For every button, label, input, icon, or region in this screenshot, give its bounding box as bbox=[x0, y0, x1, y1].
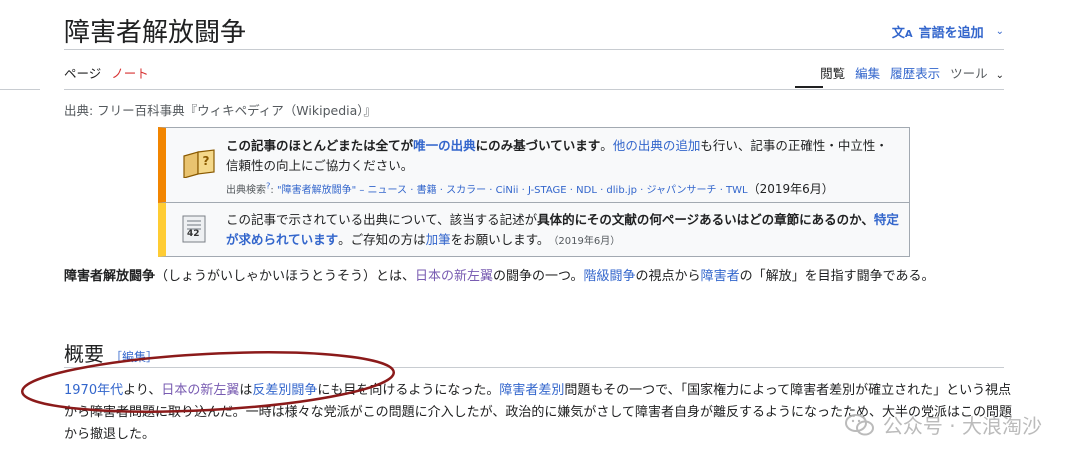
chevron-down-icon: ⌄ bbox=[995, 26, 1004, 37]
p2-text-3: にも目を向けるようになった。 bbox=[317, 383, 500, 398]
disabled-person-link[interactable]: 障害者 bbox=[701, 269, 740, 284]
section-title: 概要 bbox=[64, 342, 104, 366]
disability-discrimination-link[interactable]: 障害者差別 bbox=[499, 383, 564, 398]
tab-page[interactable]: ページ bbox=[64, 63, 101, 82]
cite-text-3: をお願いします。 bbox=[450, 232, 550, 247]
p2-text-2: は bbox=[239, 383, 253, 398]
new-left-link[interactable]: 日本の新左翼 bbox=[415, 269, 493, 284]
new-left-link-2[interactable]: 日本の新左翼 bbox=[161, 383, 239, 398]
lead-text-2: の闘争の一つ。 bbox=[493, 269, 584, 284]
source-search-help-link[interactable]: ? bbox=[266, 181, 270, 191]
notice-date: （2019年6月） bbox=[747, 182, 834, 197]
sidebar-edge-line bbox=[0, 89, 40, 90]
tab-talk[interactable]: ノート bbox=[111, 63, 149, 82]
tab-edit[interactable]: 編集 bbox=[855, 63, 880, 82]
section-edit-link[interactable]: ［編集］ bbox=[110, 348, 158, 365]
cite-bold: 具体的にその文献の何ページあるいはどの章節にあるのか、 bbox=[537, 212, 874, 227]
lead-text-1: （しょうがいしゃかいほうとうそう）とは、 bbox=[155, 269, 416, 284]
tools-menu[interactable]: ツール ⌄ bbox=[950, 63, 1004, 82]
article-subject: 障害者解放闘争 bbox=[64, 269, 156, 284]
wechat-icon bbox=[844, 413, 874, 435]
translate-icon: 文A bbox=[891, 26, 913, 41]
source-search-line: 出典検索?: "障害者解放闘争" – ニュース · 書籍 · スカラー · Ci… bbox=[226, 181, 834, 197]
tab-history[interactable]: 履歴表示 bbox=[890, 63, 940, 82]
page-cite-notice: 42 この記事で示されている出典について、該当する記述が具体的にその文献の何ペー… bbox=[158, 203, 910, 257]
class-struggle-link[interactable]: 階級闘争 bbox=[584, 269, 636, 284]
add-language-label: 言語を追加 bbox=[918, 26, 984, 41]
lead-text-4: の「解放」を目指す闘争である。 bbox=[739, 269, 935, 284]
notice-text: 。 bbox=[600, 138, 613, 153]
single-source-notice: ? この記事のほとんどまたは全てが唯一の出典にのみ基づいています。他の出典の追加… bbox=[158, 127, 910, 203]
svg-text:?: ? bbox=[203, 154, 210, 168]
source-search-label: 出典検索 bbox=[226, 185, 266, 197]
1970s-link[interactable]: 1970年代 bbox=[64, 383, 123, 398]
section-heading: 概要 ［編集］ bbox=[64, 338, 158, 367]
notice-bold-1: この記事のほとんどまたは全てが bbox=[226, 138, 414, 153]
view-tabs: 閲覧 編集 履歴表示 ツール ⌄ bbox=[820, 63, 1004, 82]
source-search-links[interactable]: "障害者解放闘争" – ニュース · 書籍 · スカラー · CiNii · J… bbox=[277, 185, 748, 196]
section-divider bbox=[64, 367, 1004, 368]
title-divider bbox=[64, 49, 1004, 50]
page-title: 障害者解放闘争 bbox=[64, 18, 247, 48]
notice-bold-2: にのみ基づいています bbox=[475, 138, 601, 153]
single-source-link[interactable]: 唯一の出典 bbox=[413, 138, 476, 153]
anti-discrimination-link[interactable]: 反差別闘争 bbox=[252, 383, 317, 398]
tab-read[interactable]: 閲覧 bbox=[820, 63, 845, 82]
edit-contribute-link[interactable]: 加筆 bbox=[426, 232, 451, 247]
book-question-icon: ? bbox=[182, 148, 216, 182]
lead-paragraph: 障害者解放闘争（しょうがいしゃかいほうとうそう）とは、日本の新左翼の闘争の一つ。… bbox=[64, 266, 1004, 288]
namespace-tabs: ページ ノート bbox=[64, 63, 149, 82]
cite-text-2: 。ご存知の方は bbox=[338, 232, 426, 247]
source-line: 出典: フリー百科事典『ウィキペディア（Wikipedia）』 bbox=[64, 103, 377, 118]
add-sources-link[interactable]: 他の出典の追加 bbox=[613, 138, 701, 153]
tabs-divider bbox=[64, 89, 1004, 90]
page-number-icon: 42 bbox=[182, 215, 206, 247]
watermark-text: 公众号 · 大浪淘沙 bbox=[882, 414, 1042, 438]
tools-label: ツール bbox=[950, 66, 988, 81]
chevron-down-icon: ⌄ bbox=[995, 70, 1004, 81]
lead-text-3: の視点から bbox=[635, 269, 701, 284]
watermark: 公众号 · 大浪淘沙 bbox=[844, 410, 1042, 439]
add-language-button[interactable]: 文A 言語を追加 ⌄ bbox=[892, 22, 1004, 41]
page-number-label: 42 bbox=[187, 229, 200, 239]
active-tab-indicator bbox=[795, 86, 823, 88]
p2-text-1: より、 bbox=[123, 383, 162, 398]
cite-date: （2019年6月） bbox=[553, 236, 621, 247]
cite-text-1: この記事で示されている出典について、該当する記述が bbox=[226, 212, 538, 227]
